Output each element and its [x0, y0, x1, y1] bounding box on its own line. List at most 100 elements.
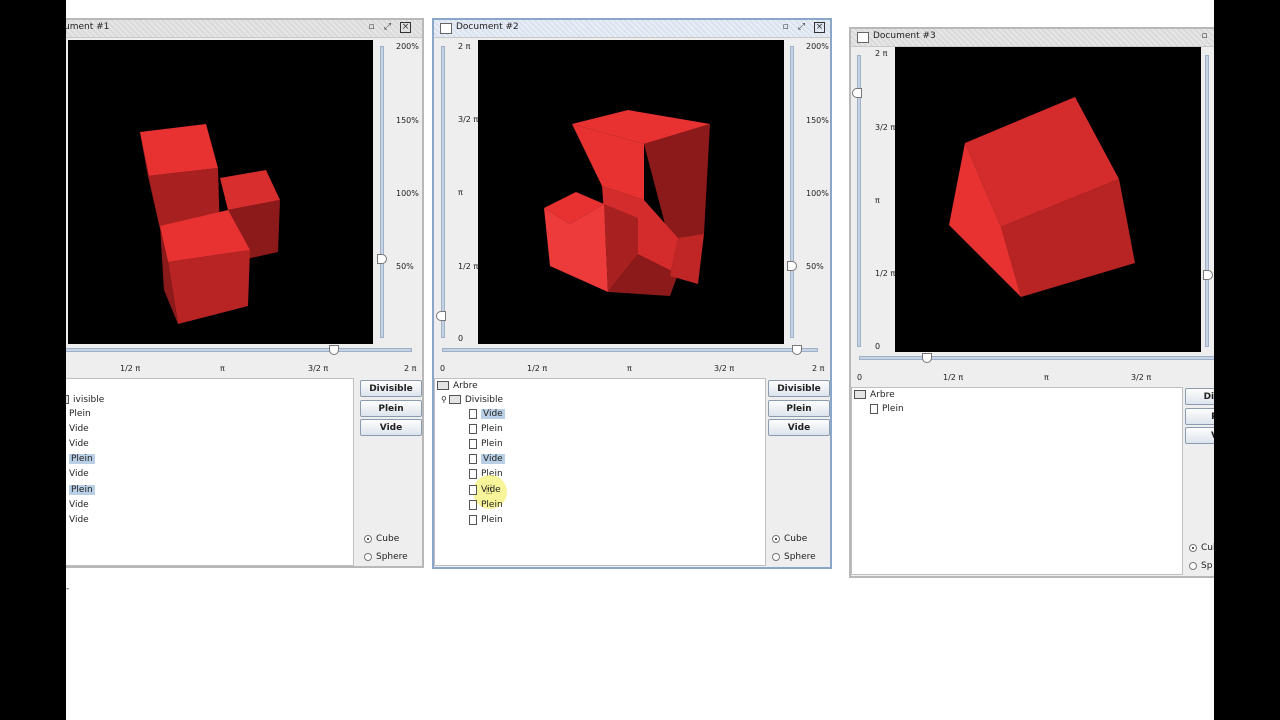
- angle-tick: 1/2 π: [120, 364, 141, 373]
- window-title: ument #1: [66, 22, 110, 32]
- folder-icon: [66, 395, 69, 404]
- zoom-slider-thumb[interactable]: [377, 254, 387, 264]
- tree-node[interactable]: Vide: [66, 422, 89, 435]
- structure-tree[interactable]: Arbre Plein: [851, 387, 1183, 575]
- angle-tick: 1/2 π: [527, 364, 548, 373]
- angle-tick: π: [220, 364, 225, 373]
- tree-node-label: Vide: [69, 423, 89, 434]
- 3d-view-canvas[interactable]: [895, 47, 1201, 352]
- vertical-angle-thumb[interactable]: [436, 311, 446, 321]
- tree-node[interactable]: Plein: [66, 483, 95, 496]
- sphere-radio[interactable]: Sp: [1189, 561, 1212, 571]
- file-icon: [469, 423, 477, 434]
- angle-tick: 0: [458, 334, 464, 343]
- tree-node[interactable]: Plein: [66, 407, 91, 420]
- divisible-button[interactable]: Divis: [1185, 388, 1214, 405]
- horizontal-angle-slider[interactable]: [66, 348, 412, 352]
- sphere-radio[interactable]: Sphere: [364, 552, 408, 562]
- vide-button[interactable]: Vi: [1185, 427, 1214, 444]
- document-1-window[interactable]: ument #1 ▫ ⤢ × 200% 150% 100% 50% 1/2 π …: [66, 18, 424, 568]
- 3d-view-canvas[interactable]: [478, 40, 784, 344]
- horizontal-angle-thumb[interactable]: [792, 345, 802, 355]
- tree-node[interactable]: ivisible: [66, 393, 104, 406]
- tree-node[interactable]: Plein: [469, 437, 503, 450]
- plein-button[interactable]: Plein: [360, 400, 422, 417]
- structure-tree[interactable]: Arbre ⚲ Divisible Vide Plein Plein Vide P…: [434, 378, 766, 566]
- vertical-angle-slider[interactable]: [441, 46, 445, 338]
- tree-node-label: Plein: [481, 423, 503, 434]
- tree-node[interactable]: Vide: [469, 452, 505, 465]
- tree-root-node[interactable]: Arbre: [854, 388, 895, 401]
- sphere-radio-label: Sphere: [784, 552, 816, 562]
- sphere-radio[interactable]: Sphere: [772, 552, 816, 562]
- sphere-radio-label: Sphere: [376, 552, 408, 562]
- zoom-tick: 200%: [396, 42, 419, 51]
- expand-handle-icon[interactable]: ⚲: [441, 395, 447, 404]
- cube-radio-label: Cube: [376, 534, 400, 544]
- horizontal-angle-thumb[interactable]: [329, 345, 339, 355]
- tree-node[interactable]: Plein: [66, 452, 95, 465]
- tree-root-node[interactable]: Arbre: [437, 379, 478, 392]
- document-2-titlebar[interactable]: Document #2 ▫ ⤢ ×: [434, 20, 830, 38]
- sphere-radio-label: Sp: [1201, 561, 1213, 571]
- zoom-slider[interactable]: [1205, 55, 1209, 347]
- plein-button[interactable]: Plein: [768, 400, 830, 417]
- tree-node[interactable]: Vide: [66, 437, 89, 450]
- tree-node[interactable]: Vide: [66, 498, 89, 511]
- document-1-titlebar[interactable]: ument #1 ▫ ⤢ ×: [66, 20, 422, 38]
- angle-tick: π: [875, 196, 880, 205]
- tree-node-label: Plein: [69, 484, 95, 495]
- radio-checked-icon: [772, 535, 780, 543]
- tree-node-label: Plein: [882, 403, 904, 414]
- angle-tick: 3/2 π: [1131, 373, 1152, 382]
- tree-folder-node[interactable]: ⚲ Divisible: [441, 393, 503, 406]
- radio-unchecked-icon: [364, 553, 372, 561]
- document-3-titlebar[interactable]: Document #3 ▫: [851, 29, 1214, 47]
- zoom-slider-thumb[interactable]: [787, 261, 797, 271]
- maximize-icon[interactable]: ⤢: [382, 22, 393, 33]
- maximize-icon[interactable]: ⤢: [796, 22, 807, 33]
- angle-tick: 2 π: [812, 364, 825, 373]
- tree-node[interactable]: Plein: [469, 498, 503, 511]
- horizontal-angle-slider[interactable]: [859, 356, 1214, 360]
- zoom-slider-thumb[interactable]: [1203, 270, 1213, 280]
- zoom-slider[interactable]: [380, 46, 384, 338]
- tree-node[interactable]: Vide: [469, 407, 505, 420]
- divisible-button[interactable]: Divisible: [360, 380, 422, 397]
- angle-tick: π: [1044, 373, 1049, 382]
- file-icon: [469, 438, 477, 449]
- minimize-icon[interactable]: ▫: [780, 22, 791, 33]
- divisible-button[interactable]: Divisible: [768, 380, 830, 397]
- tree-node-label: ivisible: [73, 394, 105, 405]
- tree-node[interactable]: Plein: [870, 402, 904, 415]
- minimize-icon[interactable]: ▫: [366, 22, 377, 33]
- radio-unchecked-icon: [772, 553, 780, 561]
- tree-node[interactable]: Plein: [469, 422, 503, 435]
- tree-node-label: Plein: [69, 453, 95, 464]
- cube-radio[interactable]: Cube: [772, 534, 807, 544]
- tree-node[interactable]: Plein: [469, 513, 503, 526]
- vertical-angle-slider[interactable]: [857, 55, 861, 347]
- close-icon[interactable]: ×: [400, 22, 411, 33]
- desktop-area: ument #1 ▫ ⤢ × 200% 150% 100% 50% 1/2 π …: [66, 0, 1214, 720]
- document-3-window[interactable]: Document #3 ▫ 2 π 3/2 π π 1/2 π 0 0 1/2 …: [849, 27, 1214, 578]
- zoom-slider[interactable]: [790, 46, 794, 338]
- vertical-angle-thumb[interactable]: [852, 88, 862, 98]
- document-2-window[interactable]: Document #2 ▫ ⤢ × 2 π 3/2 π π 1/2 π 0 20…: [432, 18, 832, 569]
- cube-radio[interactable]: Cub: [1189, 543, 1214, 553]
- cube-radio[interactable]: Cube: [364, 534, 399, 544]
- vide-button[interactable]: Vide: [360, 419, 422, 436]
- close-icon[interactable]: ×: [814, 22, 825, 33]
- minimize-icon[interactable]: ▫: [1199, 31, 1210, 42]
- vide-button[interactable]: Vide: [768, 419, 830, 436]
- window-title: Document #2: [456, 22, 519, 32]
- plein-button[interactable]: Pl: [1185, 408, 1214, 425]
- horizontal-angle-slider[interactable]: [442, 348, 818, 352]
- file-icon: [469, 499, 477, 510]
- 3d-view-canvas[interactable]: [68, 40, 373, 344]
- horizontal-angle-thumb[interactable]: [922, 353, 932, 363]
- file-icon: [469, 468, 477, 479]
- tree-node[interactable]: Vide: [66, 513, 89, 526]
- tree-node[interactable]: Vide: [66, 467, 89, 480]
- structure-tree[interactable]: ivisible Plein Vide Vide Plein Vide Plei…: [66, 378, 354, 566]
